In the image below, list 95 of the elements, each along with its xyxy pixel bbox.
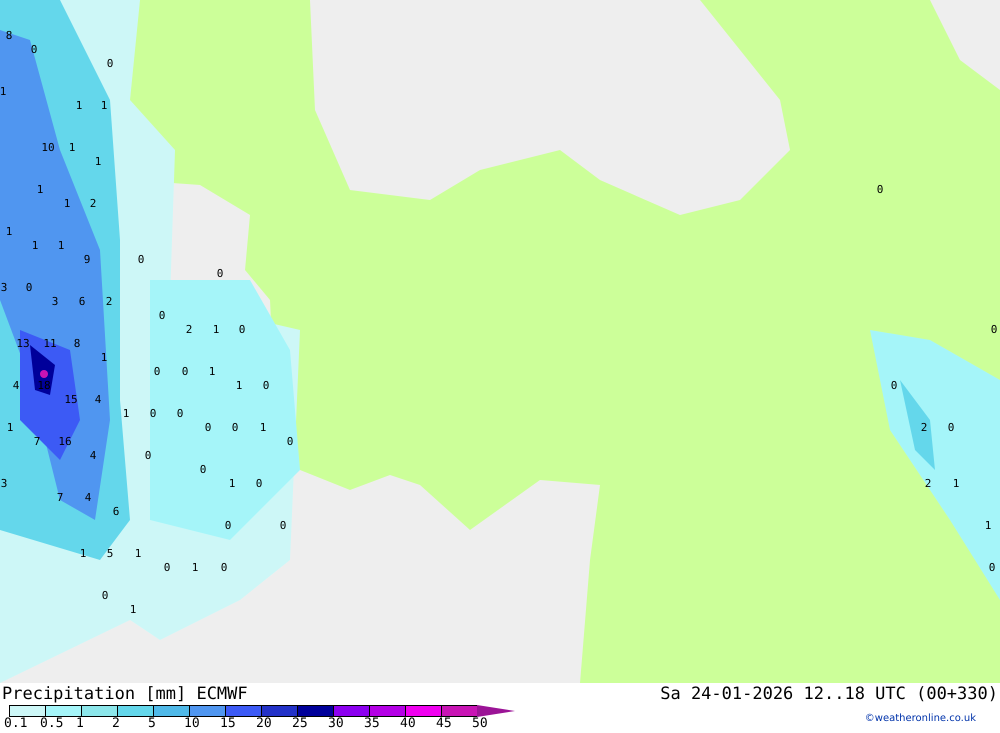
precipitation-value: 1 <box>0 85 6 98</box>
legend-tick-label: 1 <box>76 717 85 731</box>
precipitation-value: 2 <box>90 197 96 210</box>
precipitation-value: 1 <box>58 239 64 252</box>
legend-tick-label: 40 <box>400 717 417 731</box>
precipitation-value: 0 <box>220 561 228 574</box>
precipitation-value: 0 <box>890 379 898 392</box>
precipitation-value: 0 <box>988 561 996 574</box>
precipitation-value: 3 <box>52 295 58 308</box>
precipitation-value: 0 <box>176 407 184 420</box>
precipitation-value: 0 <box>106 57 114 70</box>
precipitation-value: 2 <box>920 421 928 434</box>
legend-tick-label: 25 <box>292 717 309 731</box>
precipitation-value: 10 <box>41 141 55 154</box>
precipitation-value: 0 <box>238 323 246 336</box>
forecast-date: Sa 24-01-2026 12..18 UTC (00+330) <box>660 683 999 705</box>
precipitation-value: 0 <box>200 463 206 476</box>
precipitation-value: 0 <box>286 435 294 448</box>
legend-tick-label: 50 <box>472 717 489 731</box>
legend-tick-label: 20 <box>256 717 273 731</box>
precipitation-value: 1 <box>80 547 86 560</box>
precipitation-value: 0 <box>144 449 152 462</box>
precipitation-value: 4 <box>90 449 96 462</box>
precipitation-value: 1 <box>236 379 242 392</box>
precipitation-value: 1 <box>36 183 44 196</box>
precipitation-value: 1 <box>260 421 266 434</box>
precipitation-value: 6 <box>78 295 86 308</box>
precipitation-value: 1 <box>130 603 136 616</box>
legend-tick-label: 30 <box>328 717 345 731</box>
precipitation-value: 1 <box>952 477 960 490</box>
precipitation-value: 0 <box>164 561 170 574</box>
precipitation-value: 8 <box>6 29 12 42</box>
chart-title: Precipitation [mm] ECMWF <box>1 683 248 705</box>
precipitation-value: 1 <box>122 407 130 420</box>
precipitation-value: 0 <box>948 421 954 434</box>
precipitation-value: 1 <box>984 519 992 532</box>
precipitation-value: 8 <box>74 337 80 350</box>
precipitation-value: 0 <box>256 477 262 490</box>
legend-tick-label: 0.1 <box>4 717 28 731</box>
precipitation-value: 0 <box>280 519 286 532</box>
precipitation-value: 1 <box>6 225 12 238</box>
precipitation-value: 6 <box>112 505 120 518</box>
legend-tick-label: 5 <box>148 717 157 731</box>
precipitation-value: 5 <box>106 547 114 560</box>
legend-tick-label: 15 <box>220 717 237 731</box>
precipitation-value: 11 <box>43 337 57 350</box>
precipitation-value: 18 <box>37 379 51 392</box>
precipitation-value: 0 <box>216 267 224 280</box>
precipitation-value: 2 <box>924 477 932 490</box>
precipitation-value: 0 <box>182 365 188 378</box>
precipitation-value: 7 <box>34 435 40 448</box>
precipitation-value: 1 <box>212 323 220 336</box>
legend-tick-label: 45 <box>436 717 453 731</box>
precipitation-value: 1 <box>94 155 102 168</box>
precipitation-value: 0 <box>30 43 38 56</box>
precipitation-value: 1 <box>6 421 14 434</box>
precipitation-value: 0 <box>102 589 108 602</box>
precipitation-value: 0 <box>26 281 32 294</box>
credit-link[interactable]: ©weatheronline.co.uk <box>864 705 1000 724</box>
precipitation-value: 0 <box>150 407 156 420</box>
legend-tick-label: 2 <box>112 717 121 731</box>
precipitation-value: 16 <box>58 435 72 448</box>
precipitation-value: 0 <box>876 183 884 196</box>
legend-tick-label: 35 <box>364 717 381 731</box>
precipitation-value: 0 <box>158 309 166 322</box>
precipitation-value: 13 <box>16 337 30 350</box>
precipitation-value: 1 <box>68 141 76 154</box>
precipitation-value: 0 <box>224 519 232 532</box>
precipitation-value: 4 <box>84 491 92 504</box>
precipitation-value: 2 <box>106 295 112 308</box>
legend-tick-label: 0.5 <box>40 717 64 731</box>
precipitation-value: 1 <box>134 547 142 560</box>
precipitation-value: 1 <box>192 561 198 574</box>
precipitation-value: 1 <box>100 99 108 112</box>
precipitation-value: 0 <box>232 421 238 434</box>
precipitation-value: 1 <box>208 365 216 378</box>
precipitation-value: 1 <box>100 351 108 364</box>
precipitation-value: 4 <box>94 393 102 406</box>
precipitation-value: 1 <box>64 197 70 210</box>
precipitation-value: 0 <box>154 365 160 378</box>
precipitation-value: 0 <box>262 379 270 392</box>
precipitation-value: 3 <box>0 281 8 294</box>
precipitation-value: 0 <box>204 421 212 434</box>
precipitation-value: 1 <box>228 477 236 490</box>
legend-tick-label: 10 <box>184 717 201 731</box>
precipitation-value: 3 <box>0 477 8 490</box>
precipitation-value: 1 <box>32 239 38 252</box>
precipitation-value: 1 <box>76 99 82 112</box>
precipitation-value: 4 <box>12 379 20 392</box>
precipitation-value: 15 <box>64 393 78 406</box>
precipitation-value: 0 <box>990 323 998 336</box>
precipitation-value: 9 <box>84 253 90 266</box>
precipitation-value: 7 <box>56 491 64 504</box>
precipitation-value: 0 <box>138 253 144 266</box>
precipitation-value: 2 <box>186 323 192 336</box>
